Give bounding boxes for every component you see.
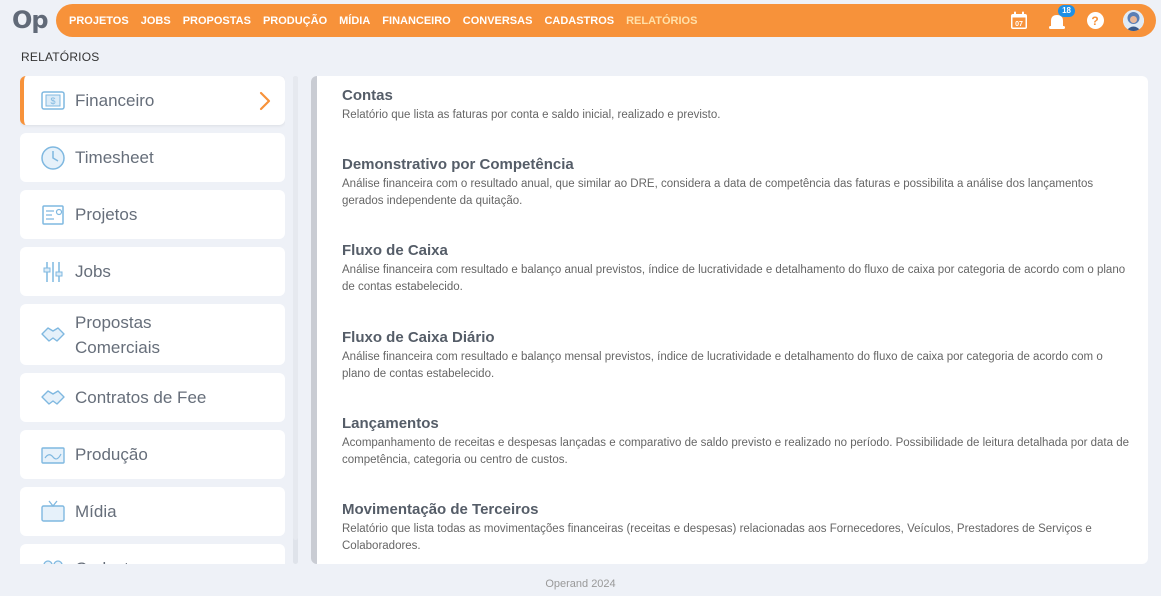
report-demonstrativo-competencia[interactable]: Demonstrativo por Competência Análise fi… xyxy=(342,156,1132,210)
report-category-sidebar: $ Financeiro Timesheet Projetos Jobs Pro… xyxy=(20,76,285,564)
sidebar-item-cadastros[interactable]: Cadastros xyxy=(20,544,285,564)
nav-jobs[interactable]: JOBS xyxy=(141,15,171,27)
money-icon: $ xyxy=(41,90,65,110)
report-title: Movimentação de Terceiros xyxy=(342,501,539,518)
sidebar-item-timesheet[interactable]: Timesheet xyxy=(20,133,285,182)
sidebar-item-label: Projetos xyxy=(75,205,138,224)
report-contas[interactable]: Contas Relatório que lista as faturas po… xyxy=(342,87,1132,124)
report-lancamentos[interactable]: Lançamentos Acompanhamento de receitas e… xyxy=(342,415,1132,469)
nav-cadastros[interactable]: CADASTROS xyxy=(544,15,614,27)
report-description: Acompanhamento de receitas e despesas la… xyxy=(342,437,1129,466)
report-description: Análise financeira com o resultado anual… xyxy=(342,178,1094,207)
sidebar-item-producao[interactable]: Produção xyxy=(20,430,285,479)
notifications-badge: 18 xyxy=(1058,4,1075,17)
report-title: Lançamentos xyxy=(342,415,439,432)
report-description: Análise financeira com resultado e balan… xyxy=(342,351,1103,380)
nav-bar: PROJETOS JOBS PROPOSTAS PRODUÇÃO MÍDIA F… xyxy=(56,4,1156,37)
report-description: Relatório que lista as faturas por conta… xyxy=(342,109,721,121)
reports-panel: Contas Relatório que lista as faturas po… xyxy=(311,76,1148,564)
handshake-icon xyxy=(41,326,65,342)
top-bar: Op PROJETOS JOBS PROPOSTAS PRODUÇÃO MÍDI… xyxy=(0,0,1161,40)
people-icon xyxy=(43,559,63,564)
nav-relatorios[interactable]: RELATÓRIOS xyxy=(626,15,697,27)
report-title: Fluxo de Caixa Diário xyxy=(342,329,495,346)
sidebar-item-label: Produção xyxy=(75,445,148,464)
sidebar-item-label: Contratos de Fee xyxy=(75,388,207,407)
calendar-icon[interactable]: 07 xyxy=(1008,10,1030,32)
svg-text:$: $ xyxy=(50,96,55,106)
header-actions: 07 18 ? xyxy=(992,4,1144,37)
sidebar-item-label: Propostas Comerciais xyxy=(75,312,161,357)
chevron-right-icon xyxy=(259,91,271,110)
sidebar-scrollbar[interactable] xyxy=(293,76,298,564)
sidebar-item-label: Timesheet xyxy=(75,148,154,167)
report-description: Análise financeira com resultado e balan… xyxy=(342,264,1126,293)
nav-projetos[interactable]: PROJETOS xyxy=(69,15,129,27)
production-icon xyxy=(41,446,65,464)
handshake-icon xyxy=(41,389,65,405)
sidebar-item-jobs[interactable]: Jobs xyxy=(20,247,285,296)
nav-midia[interactable]: MÍDIA xyxy=(339,15,370,27)
report-movimentacao-terceiros[interactable]: Movimentação de Terceiros Relatório que … xyxy=(342,501,1132,555)
calendar-day: 07 xyxy=(1015,21,1023,28)
footer: Operand 2024 xyxy=(545,578,616,590)
tools-icon xyxy=(43,261,63,282)
nav-producao[interactable]: PRODUÇÃO xyxy=(263,15,327,27)
report-description: Relatório que lista todas as movimentaçõ… xyxy=(342,523,1092,552)
sidebar-item-financeiro[interactable]: $ Financeiro xyxy=(20,76,285,125)
avatar[interactable] xyxy=(1122,10,1144,32)
sidebar-item-label: Financeiro xyxy=(75,91,155,110)
sidebar-item-projetos[interactable]: Projetos xyxy=(20,190,285,239)
report-title: Contas xyxy=(342,87,393,104)
nav-propostas[interactable]: PROPOSTAS xyxy=(183,15,251,27)
sidebar-item-label: Jobs xyxy=(75,262,111,281)
logo[interactable]: Op xyxy=(12,6,49,34)
sidebar-item-label: Cadastros xyxy=(75,556,152,564)
project-icon xyxy=(42,204,64,225)
clock-icon xyxy=(41,145,65,170)
help-glyph: ? xyxy=(1086,12,1104,29)
main-nav: PROJETOS JOBS PROPOSTAS PRODUÇÃO MÍDIA F… xyxy=(69,4,709,37)
sidebar-item-propostas[interactable]: Propostas Comerciais xyxy=(20,304,285,365)
sidebar-item-midia[interactable]: Mídia xyxy=(20,487,285,536)
report-title: Demonstrativo por Competência xyxy=(342,156,574,173)
report-title: Fluxo de Caixa xyxy=(342,242,448,259)
notifications-icon[interactable]: 18 xyxy=(1046,4,1075,32)
report-fluxo-caixa-diario[interactable]: Fluxo de Caixa Diário Análise financeira… xyxy=(342,329,1132,383)
report-fluxo-caixa[interactable]: Fluxo de Caixa Análise financeira com re… xyxy=(342,242,1132,296)
nav-financeiro[interactable]: FINANCEIRO xyxy=(382,15,450,27)
tv-icon xyxy=(41,500,65,522)
page-title: RELATÓRIOS xyxy=(21,50,100,64)
sidebar-item-label: Mídia xyxy=(75,502,117,521)
help-icon[interactable]: ? xyxy=(1084,10,1106,32)
sidebar-item-contratos-fee[interactable]: Contratos de Fee xyxy=(20,373,285,422)
nav-conversas[interactable]: CONVERSAS xyxy=(463,15,533,27)
